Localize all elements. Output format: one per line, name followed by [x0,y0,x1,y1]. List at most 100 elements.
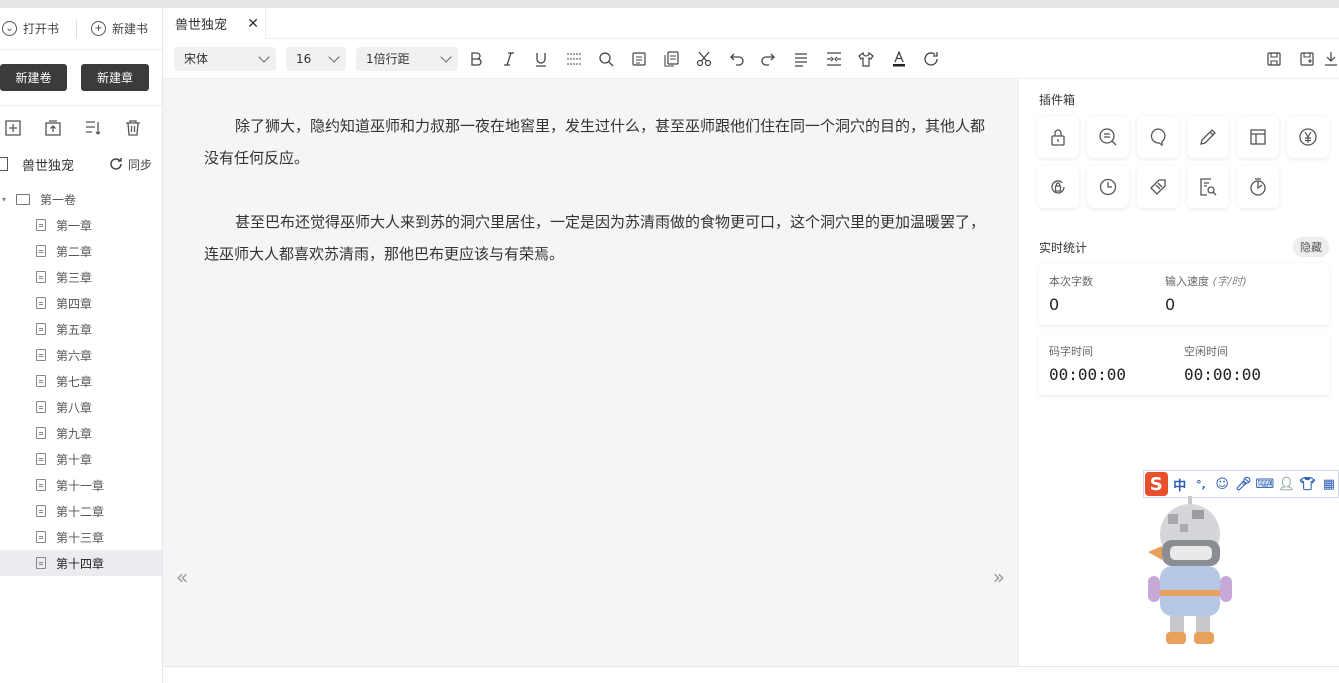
stats-card-words: 本次字数 0 输入速度 (字/时) 0 [1039,263,1329,325]
chapter-item[interactable]: 第十四章 [0,550,162,576]
chapter-item[interactable]: 第六章 [0,342,162,368]
lock-icon[interactable] [1037,116,1079,158]
strikethrough-icon[interactable] [558,39,591,79]
keyboard-icon[interactable]: ⌨ [1256,477,1275,492]
cut-icon[interactable] [688,39,721,79]
doc-search-icon[interactable] [1187,166,1229,208]
save-as-icon[interactable] [1291,39,1324,79]
robot-mascot-icon [1148,496,1232,644]
chapter-item[interactable]: 第十三章 [0,524,162,550]
chapter-label: 第八章 [56,400,93,415]
chapter-label: 第九章 [56,426,93,441]
font-color-icon[interactable] [883,39,916,79]
document-icon [36,349,46,361]
lock-cycle-icon[interactable] [1037,166,1079,208]
refresh-icon[interactable] [915,39,948,79]
prev-chapter-button[interactable]: « [176,565,188,589]
font-select[interactable]: 宋体 [174,46,276,71]
insert-above-icon[interactable] [44,119,62,137]
document-icon [36,505,46,517]
ime-logo[interactable]: S [1145,472,1168,496]
sort-icon[interactable] [84,119,102,137]
new-chapter-button[interactable]: 新建章 [81,64,149,91]
redo-icon[interactable] [753,39,786,79]
chapter-item[interactable]: 第一章 [0,212,162,238]
skin-icon[interactable]: 👕︎ [1299,477,1317,492]
new-book-button[interactable]: + 新建书 [91,20,148,37]
new-book-label: 新建书 [112,22,149,36]
word-icon[interactable] [1087,116,1129,158]
chapter-label: 第十三章 [56,530,105,545]
open-book-button[interactable]: ⌄ 打开书 [0,20,76,37]
document-icon [36,557,46,569]
line-spacing-select[interactable]: 1倍行距 [356,46,458,71]
indent-icon[interactable] [818,39,851,79]
document-icon [36,427,46,439]
underline-icon[interactable] [525,39,558,79]
yen-icon[interactable] [1287,116,1329,158]
trash-icon[interactable] [124,119,142,137]
paragraph[interactable]: 甚至巴布还觉得巫师大人来到苏的洞穴里居住，一定是因为苏清雨做的食物更可口，这个洞… [204,206,994,270]
stats-title: 实时统计 [1039,241,1088,255]
sync-button[interactable]: 同步 [108,156,152,173]
chapter-item[interactable]: 第九章 [0,420,162,446]
open-book-label: 打开书 [23,22,60,36]
chapter-item[interactable]: 第四章 [0,290,162,316]
emoji-icon[interactable]: ☺ [1213,477,1231,492]
new-volume-button[interactable]: 新建卷 [0,64,67,91]
chapter-item[interactable]: 第二章 [0,238,162,264]
chapter-item[interactable]: 第八章 [0,394,162,420]
chapter-item[interactable]: 第十二章 [0,498,162,524]
user-icon[interactable]: 👤︎ [1277,477,1295,492]
chapter-item[interactable]: 第五章 [0,316,162,342]
font-size-value: 16 [296,51,312,66]
close-icon[interactable]: ✕ [247,16,259,32]
download-icon[interactable] [1323,39,1339,79]
search-icon[interactable] [590,39,623,79]
chapter-label: 第十一章 [56,478,105,493]
italic-icon[interactable] [493,39,526,79]
chat-icon[interactable] [1137,116,1179,158]
tab-book[interactable]: 兽世独宠 ✕ [163,8,266,39]
bold-icon[interactable] [460,39,493,79]
timer-icon[interactable] [1237,166,1279,208]
clock-icon[interactable] [1087,166,1129,208]
editor-area[interactable]: 除了狮大，隐约知道巫师和力叔那一夜在地窖里，发生过什么，甚至巫师跟他们住在同一个… [163,79,1018,666]
chapter-label: 第五章 [56,322,93,337]
chapter-item[interactable]: 第七章 [0,368,162,394]
next-chapter-button[interactable]: » [993,565,1005,589]
ime-punct[interactable]: °, [1192,478,1210,491]
sync-icon [110,158,122,170]
note-icon[interactable] [623,39,656,79]
hide-button[interactable]: 隐藏 [1293,237,1329,257]
grid-icon[interactable]: ▦ [1320,477,1338,492]
font-value: 宋体 [184,52,209,66]
chapter-item[interactable]: 第十一章 [0,472,162,498]
chapter-item[interactable]: 第十章 [0,446,162,472]
layout-icon[interactable] [1237,116,1279,158]
undo-icon[interactable] [720,39,753,79]
align-icon[interactable] [785,39,818,79]
document-icon [36,375,46,387]
volume-item[interactable]: ▾ 第一卷 [0,186,162,212]
paragraph[interactable]: 除了狮大，隐约知道巫师和力叔那一夜在地窖里，发生过什么，甚至巫师跟他们住在同一个… [204,110,994,174]
save-icon[interactable] [1258,39,1291,79]
toolbar-right [1258,39,1339,79]
add-volume-icon[interactable] [4,119,22,137]
chevron-down-icon [328,50,340,63]
tag-icon[interactable] [1137,166,1179,208]
chapter-item[interactable]: 第三章 [0,264,162,290]
window-top-strip [0,0,1339,8]
stats-card-time: 码字时间 00:00:00 空闲时间 00:00:00 [1039,333,1329,395]
ime-mode[interactable]: 中 [1171,475,1189,494]
sync-label: 同步 [128,157,153,172]
microphone-icon[interactable]: 🎤︎ [1234,477,1252,492]
font-size-select[interactable]: 16 [286,46,346,71]
book-title[interactable]: 兽世独宠 [22,155,108,174]
document-icon [36,453,46,465]
shirt-icon[interactable] [850,39,883,79]
typing-time-label: 码字时间 [1049,345,1093,358]
pen-icon[interactable] [1187,116,1229,158]
copy-icon[interactable] [655,39,688,79]
this-words-label: 本次字数 [1049,275,1093,288]
